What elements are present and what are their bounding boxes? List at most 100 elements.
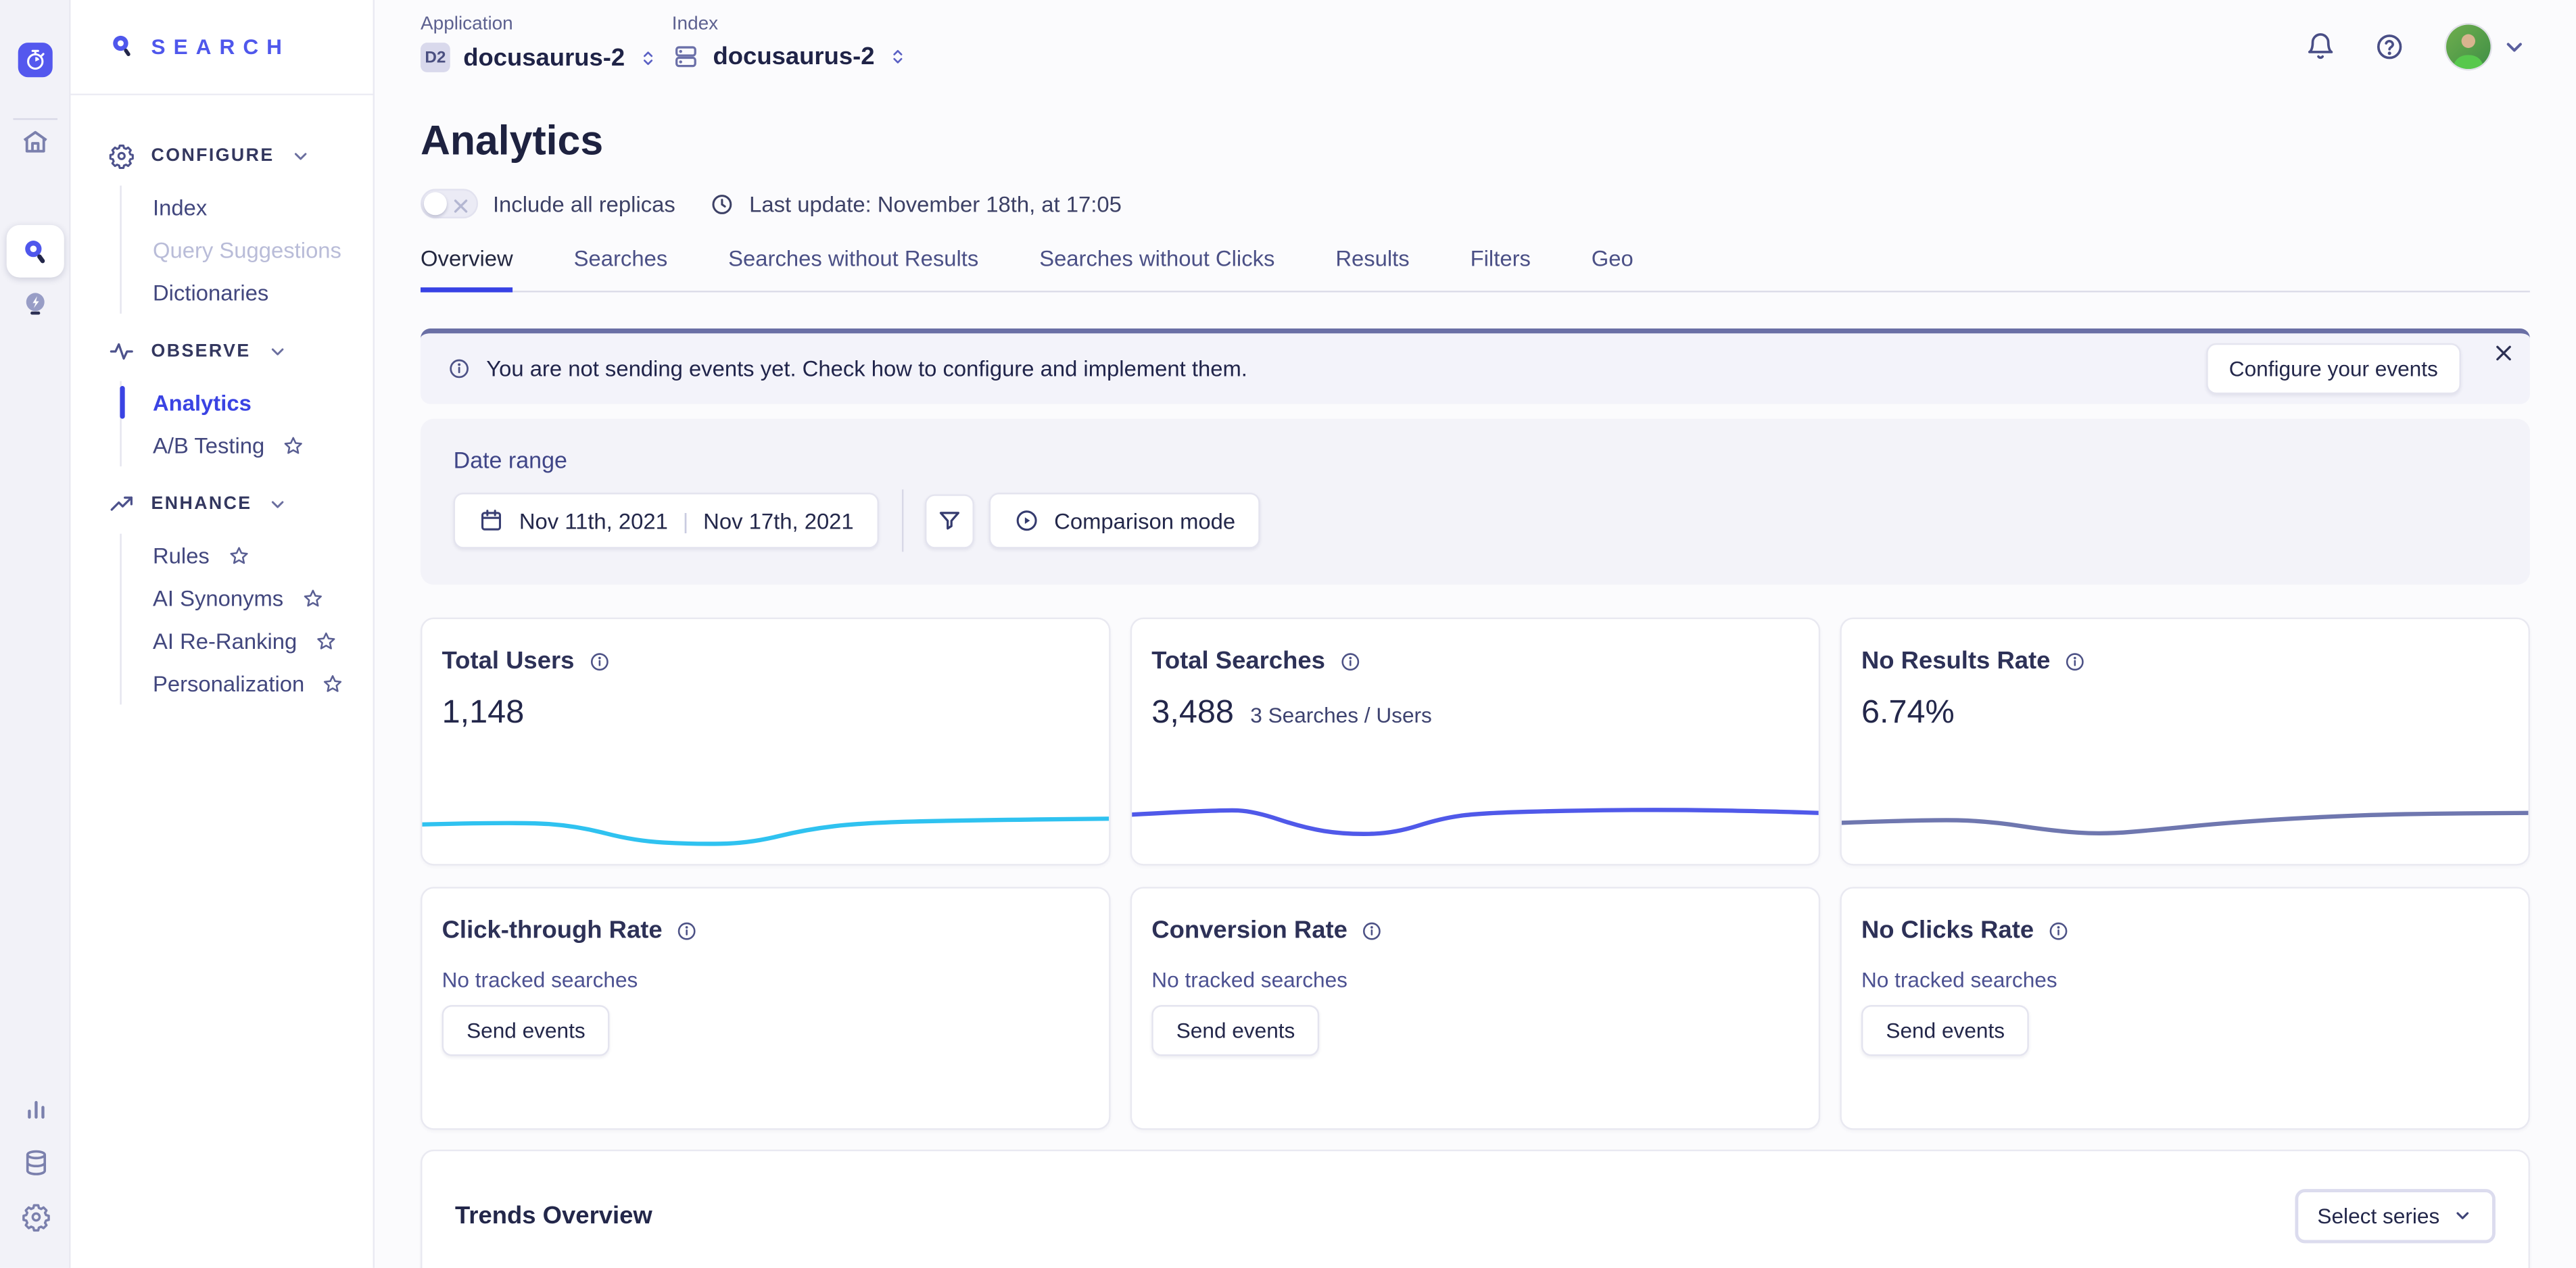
- info-icon[interactable]: [675, 919, 698, 942]
- tab-results[interactable]: Results: [1335, 246, 1409, 291]
- sidebar-item-analytics[interactable]: Analytics: [153, 381, 373, 424]
- total-searches-card: Total Searches 3,488 3 Searches / Users: [1130, 618, 1821, 866]
- app-window: SEARCH CONFIGURE Index Query Suggestions…: [0, 0, 2576, 1268]
- star-icon: [283, 435, 304, 456]
- sidebar-item-ai-synonyms[interactable]: AI Synonyms: [153, 577, 373, 619]
- sidebar-item-ab-testing[interactable]: A/B Testing: [153, 424, 373, 466]
- trends-overview-card: Trends Overview Select series: [421, 1150, 2530, 1268]
- info-icon[interactable]: [2064, 650, 2086, 673]
- no-tracked-searches-text: No tracked searches: [422, 944, 1109, 992]
- sidebar: SEARCH CONFIGURE Index Query Suggestions…: [70, 0, 375, 1268]
- account-chevron-down-icon[interactable]: [2502, 34, 2527, 59]
- send-events-button[interactable]: Send events: [1861, 1005, 2030, 1056]
- send-events-button[interactable]: Send events: [1151, 1005, 1320, 1056]
- banner-message: You are not sending events yet. Check ho…: [486, 356, 1247, 381]
- click-through-rate-card: Click-through Rate No tracked searches S…: [421, 887, 1111, 1130]
- tab-overview[interactable]: Overview: [421, 246, 513, 291]
- send-events-button[interactable]: Send events: [442, 1005, 611, 1056]
- star-icon: [315, 630, 337, 652]
- trend-up-icon: [108, 491, 135, 518]
- product-logo[interactable]: SEARCH: [70, 0, 373, 95]
- funnel-icon: [936, 508, 962, 534]
- sort-chevrons-icon: [638, 45, 660, 70]
- no-clicks-rate-card: No Clicks Rate No tracked searches Send …: [1840, 887, 2530, 1130]
- analytics-bars-icon[interactable]: [0, 1094, 70, 1123]
- date-range-button[interactable]: Nov 11th, 2021 | Nov 17th, 2021: [454, 493, 879, 549]
- sidebar-item-ai-re-ranking[interactable]: AI Re-Ranking: [153, 619, 373, 662]
- total-users-sparkline: [422, 798, 1109, 857]
- total-searches-sparkline: [1132, 798, 1819, 857]
- star-icon: [323, 673, 344, 694]
- recommend-bulb-icon[interactable]: [0, 289, 70, 320]
- clock-icon: [710, 191, 734, 216]
- card-title: Total Users: [442, 647, 575, 675]
- play-circle-icon: [1013, 508, 1039, 534]
- last-update-text: Last update: November 18th, at 17:05: [749, 191, 1122, 216]
- trends-overview-title: Trends Overview: [455, 1201, 652, 1229]
- banner-close-icon[interactable]: [2492, 341, 2515, 364]
- rail-divider: [13, 118, 57, 120]
- activity-pulse-icon: [108, 339, 135, 365]
- sidebar-item-rules[interactable]: Rules: [153, 534, 373, 577]
- card-title: No Results Rate: [1861, 647, 2051, 675]
- info-icon[interactable]: [1360, 919, 1383, 942]
- sidebar-item-index[interactable]: Index: [153, 186, 373, 228]
- configure-events-button[interactable]: Configure your events: [2206, 343, 2461, 394]
- database-icon[interactable]: [0, 1148, 70, 1177]
- date-range-label: Date range: [454, 447, 2498, 473]
- total-users-card: Total Users 1,148: [421, 618, 1111, 866]
- tab-geo[interactable]: Geo: [1592, 246, 1633, 291]
- no-tracked-searches-text: No tracked searches: [1132, 944, 1819, 992]
- analytics-tabs: Overview Searches Searches without Resul…: [421, 246, 2530, 292]
- tab-filters[interactable]: Filters: [1471, 246, 1531, 291]
- tab-searches-without-results[interactable]: Searches without Results: [728, 246, 978, 291]
- sort-chevrons-icon: [888, 45, 909, 69]
- sidebar-item-personalization[interactable]: Personalization: [153, 662, 373, 704]
- comparison-mode-button[interactable]: Comparison mode: [988, 493, 1260, 549]
- tab-searches[interactable]: Searches: [574, 246, 668, 291]
- select-series-button[interactable]: Select series: [2294, 1188, 2495, 1242]
- chevron-down-icon: [268, 494, 288, 514]
- section-enhance[interactable]: ENHANCE: [108, 491, 373, 518]
- main-area: Application D2 docusaurus-2 Index docusa…: [375, 0, 2576, 1268]
- calendar-icon: [478, 508, 504, 534]
- include-replicas-toggle[interactable]: [421, 189, 478, 218]
- chevron-down-icon: [2453, 1205, 2473, 1225]
- date-range-panel: Date range Nov 11th, 2021 | Nov 17th, 20…: [421, 419, 2530, 585]
- rail-settings-gear-icon[interactable]: [0, 1202, 70, 1232]
- search-nav-active-tile[interactable]: [7, 225, 64, 278]
- index-label: Index: [672, 15, 909, 34]
- card-title: Click-through Rate: [442, 917, 663, 944]
- no-tracked-searches-text: No tracked searches: [1842, 944, 2529, 992]
- index-selector[interactable]: docusaurus-2: [672, 43, 909, 70]
- kpi-sub-label: 3 Searches / Users: [1250, 703, 1432, 727]
- chevron-down-icon: [291, 146, 310, 166]
- info-icon[interactable]: [1338, 650, 1361, 673]
- section-configure[interactable]: CONFIGURE: [108, 143, 373, 169]
- gear-icon: [108, 143, 135, 169]
- no-results-rate-sparkline: [1842, 798, 2529, 857]
- page-title: Analytics: [421, 95, 2530, 166]
- icon-rail: [0, 0, 70, 1268]
- kpi-value: 6.74%: [1861, 695, 1955, 733]
- home-icon[interactable]: [0, 126, 70, 157]
- filter-funnel-button[interactable]: [924, 493, 974, 547]
- application-selector[interactable]: D2 docusaurus-2: [421, 43, 659, 72]
- card-title: Total Searches: [1151, 647, 1325, 675]
- info-icon[interactable]: [588, 650, 611, 673]
- sidebar-item-query-suggestions[interactable]: Query Suggestions: [153, 228, 373, 271]
- stopwatch-logo-icon[interactable]: [18, 43, 53, 77]
- product-name: SEARCH: [151, 34, 290, 59]
- kpi-row-2: Click-through Rate No tracked searches S…: [421, 887, 2530, 1130]
- notifications-bell-icon[interactable]: [2305, 31, 2336, 62]
- search-icon: [20, 236, 51, 267]
- kpi-value: 3,488: [1151, 695, 1234, 733]
- sidebar-item-dictionaries[interactable]: Dictionaries: [153, 271, 373, 314]
- help-icon[interactable]: [2374, 31, 2405, 62]
- conversion-rate-card: Conversion Rate No tracked searches Send…: [1130, 887, 1821, 1130]
- tab-searches-without-clicks[interactable]: Searches without Clicks: [1039, 246, 1274, 291]
- user-avatar[interactable]: [2446, 24, 2491, 69]
- section-observe[interactable]: OBSERVE: [108, 339, 373, 365]
- sidebar-nav: CONFIGURE Index Query Suggestions Dictio…: [70, 95, 373, 704]
- info-icon[interactable]: [2047, 919, 2070, 942]
